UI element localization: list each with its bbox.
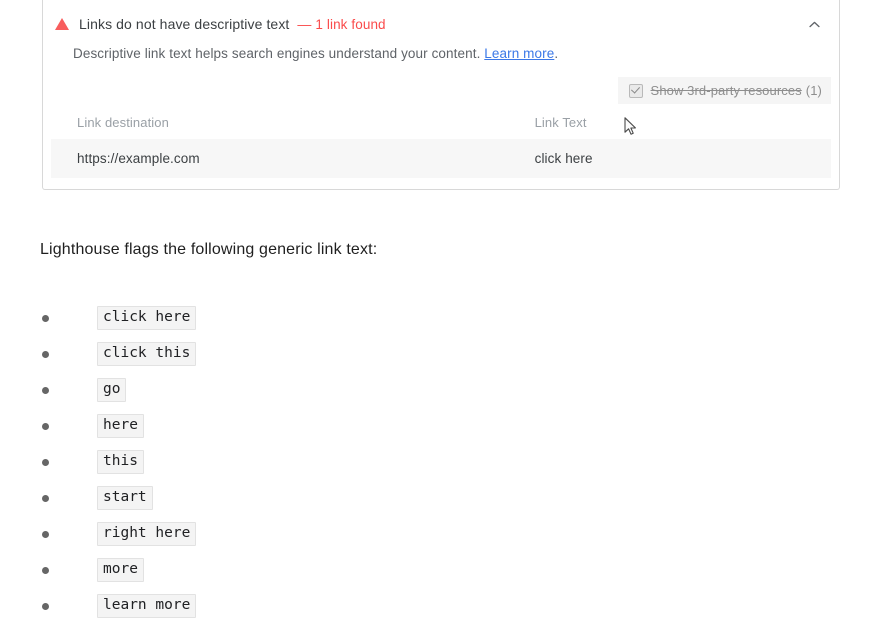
audit-count: 1 link found [315,16,386,32]
generic-text-chip: right here [97,522,197,546]
audit-title-separator: — [297,16,312,32]
third-party-filter-row: Show 3rd-party resources (1) [51,77,831,105]
list-item: right here [40,516,197,552]
audit-card: Links do not have descriptive text — 1 l… [42,0,840,190]
generic-text-chip: here [97,414,144,438]
list-item: more [40,552,196,588]
bullet-icon [42,314,49,322]
list-item: start [40,480,196,516]
audit-description: Descriptive link text helps search engin… [43,45,839,63]
audit-title: Links do not have descriptive text [79,16,290,32]
table-header-row: Link destination Link Text [51,108,831,139]
link-audit-table: Link destination Link Text https://examp… [51,108,831,178]
list-item: go [40,372,196,408]
bullet-icon [42,566,49,574]
list-item: learn more [40,588,197,624]
audit-header[interactable]: Links do not have descriptive text — 1 l… [43,0,839,47]
table-row[interactable]: https://example.com click here [51,139,831,178]
list-item: click this [40,336,197,372]
warning-triangle-icon [55,18,69,30]
cell-link-text: click here [534,139,831,178]
chevron-up-icon[interactable] [803,13,825,35]
bullet-icon [42,386,49,394]
list-item: this [40,444,196,480]
generic-text-chip: go [97,378,127,402]
table-body: https://example.com click here [51,139,831,178]
bullet-icon [42,602,49,610]
column-header-link-destination[interactable]: Link destination [51,108,535,139]
list-item: here [40,408,196,444]
audit-table-container: Show 3rd-party resources (1) Link destin… [43,77,839,189]
cell-link-destination: https://example.com [51,139,535,178]
table-header: Link destination Link Text [51,108,831,139]
generic-text-chip: more [97,558,144,582]
audit-description-text: Descriptive link text helps search engin… [73,46,485,61]
generic-text-chip: start [97,486,153,510]
list-item: click here [40,300,197,336]
bullet-icon [42,422,49,430]
learn-more-link[interactable]: Learn more [484,46,554,61]
page-title: Lighthouse flags the following generic l… [40,241,378,258]
bullet-icon [42,494,49,502]
generic-text-chip: click here [97,306,197,330]
generic-text-chip: learn more [97,594,197,618]
checkbox-checked-icon[interactable] [628,83,643,98]
third-party-filter-count: (1) [805,83,822,98]
bullet-icon [42,458,49,466]
audit-description-period: . [554,46,559,61]
generic-text-chip: this [97,450,144,474]
third-party-filter[interactable]: Show 3rd-party resources (1) [617,77,831,104]
bullet-icon [42,530,49,538]
third-party-filter-label: Show 3rd-party resources [650,83,802,98]
generic-link-text-list: click here click this go here this start… [40,300,197,624]
generic-text-chip: click this [97,342,197,366]
column-header-link-text[interactable]: Link Text [535,108,831,139]
bullet-icon [42,350,49,358]
